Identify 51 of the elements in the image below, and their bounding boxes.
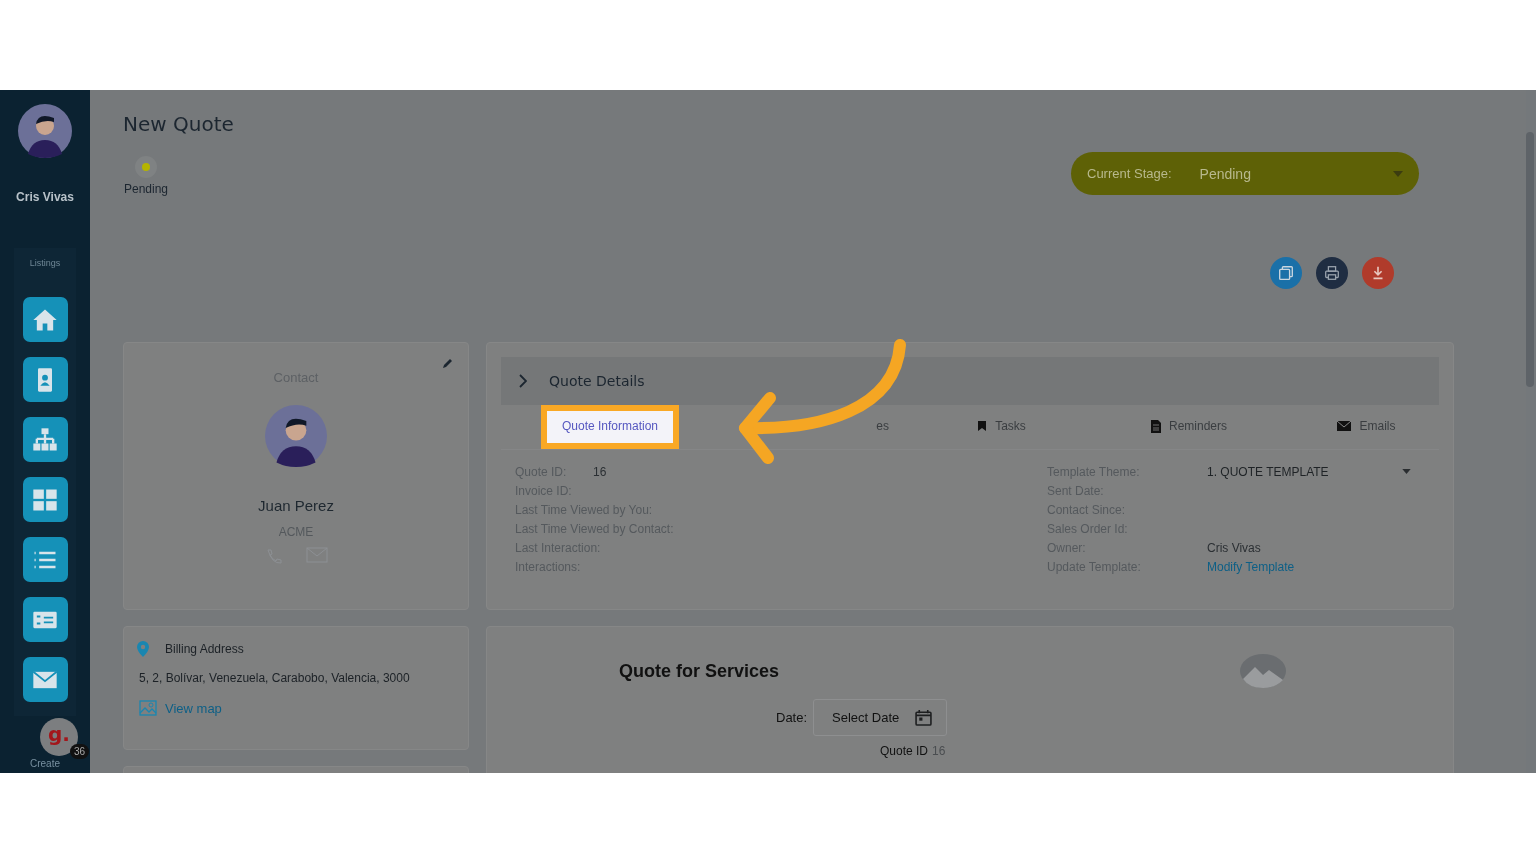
contact-avatar: [265, 405, 327, 467]
copy-button[interactable]: [1270, 257, 1302, 289]
caret-icon: [1402, 469, 1411, 474]
home-nav-button[interactable]: [22, 297, 68, 342]
user-avatar: [18, 104, 72, 158]
user-name: Cris Vivas: [16, 190, 74, 204]
date-label: Date:: [776, 710, 808, 725]
map-icon: [139, 699, 157, 717]
print-icon: [1323, 264, 1341, 282]
invoice-nav-button[interactable]: [22, 597, 68, 642]
services-title: Quote for Services: [619, 660, 780, 682]
field-value: Cris Vivas: [1207, 540, 1261, 555]
edit-icon[interactable]: [442, 357, 454, 369]
tab[interactable]: Emails: [1294, 405, 1439, 449]
envelope-icon: [1337, 421, 1352, 431]
template-select[interactable]: 1. QUOTE TEMPLATE: [1207, 464, 1425, 479]
contact-name: Juan Perez: [258, 497, 334, 514]
document-icon: [1151, 419, 1161, 433]
mail-nav-button[interactable]: [22, 657, 68, 702]
tab[interactable]: es: [719, 405, 919, 449]
print-button[interactable]: [1316, 257, 1348, 289]
notification-count: 36: [70, 744, 90, 759]
stage-dropdown[interactable]: Current Stage: Pending: [1071, 152, 1419, 195]
calendar-icon: [915, 709, 933, 726]
grid-nav-button[interactable]: [22, 477, 68, 522]
image-placeholder-icon: [1239, 653, 1287, 689]
chevron-right-icon: [519, 374, 527, 388]
caret-icon: [1393, 170, 1403, 177]
download-button[interactable]: [1362, 257, 1394, 289]
status-label: Pending: [123, 182, 168, 196]
contact-nav-button[interactable]: [22, 357, 68, 402]
location-pin-icon: [137, 641, 149, 657]
date-picker-button[interactable]: Select Date: [813, 699, 948, 736]
tab[interactable]: Tasks: [919, 405, 1084, 449]
modify-template-link[interactable]: Modify Template: [1207, 559, 1295, 574]
hierarchy-nav-button[interactable]: [22, 417, 68, 462]
billing-address: 5, 2, Bolívar, Venezuela, Carabobo, Valencia, 3000: [139, 671, 411, 685]
list-nav-button[interactable]: [22, 537, 68, 582]
section-label: Listings: [29, 258, 61, 268]
bookmark-icon: [977, 420, 988, 432]
tab[interactable]: Quote Information: [541, 405, 679, 449]
quote-id-label: Quote ID: [880, 744, 929, 758]
create-label: Create: [30, 758, 60, 769]
hierarchy-icon: [31, 425, 59, 454]
billing-title: Billing Address: [165, 642, 244, 656]
view-map-link[interactable]: View map: [165, 700, 222, 716]
field-value: 16: [593, 464, 607, 479]
page-title: New Quote: [123, 112, 234, 136]
quote-details-header[interactable]: Quote Details: [501, 357, 1439, 405]
tab[interactable]: Reminders: [1084, 405, 1294, 449]
copy-icon: [1277, 264, 1295, 282]
